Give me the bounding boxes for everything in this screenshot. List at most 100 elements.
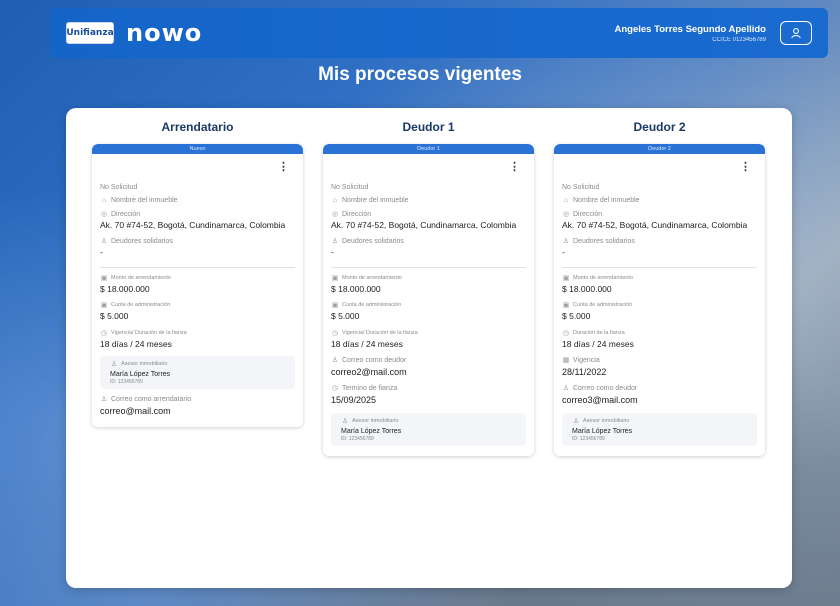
vigencia-value: 18 días / 24 meses: [100, 338, 172, 349]
user-info: Angeles Torres Segundo Apellido CC/CE 01…: [615, 24, 767, 43]
card-tab: Deudor 2: [554, 144, 765, 154]
asesor-name: María López Torres: [341, 427, 402, 435]
correo-value: correo3@mail.com: [562, 395, 638, 406]
users-icon: ♙: [562, 385, 570, 393]
duracion-value: 18 días / 24 meses: [562, 338, 634, 349]
vigencia-label: Vigencia: [573, 356, 600, 364]
divider: [331, 266, 526, 268]
money-icon: ▣: [100, 302, 108, 310]
deudores-label: Deudores solidarios: [573, 237, 635, 245]
top-navbar: Unifianza nowo Angeles Torres Segundo Ap…: [50, 8, 828, 58]
clock-icon: ◷: [562, 329, 570, 337]
correo-label: Correo como arrendatario: [111, 395, 192, 403]
column-title: Arrendatario: [161, 120, 234, 134]
asesor-name: María López Torres: [572, 427, 633, 435]
direccion-value: Ak. 70 #74-52, Bogotá, Cundinamarca, Col…: [562, 220, 748, 230]
canon-value: $ 18.000.000: [100, 283, 150, 294]
clock-icon: ◷: [100, 329, 108, 337]
money-icon: ▣: [100, 274, 108, 282]
user-area: Angeles Torres Segundo Apellido CC/CE 01…: [615, 21, 812, 45]
asesor-name: María López Torres: [110, 371, 171, 379]
user-id: CC/CE 0123456789: [712, 36, 766, 43]
inmueble-label: Nombre del inmueble: [573, 197, 640, 204]
home-icon: ⌂: [332, 197, 338, 204]
more-options-icon[interactable]: ⋮: [100, 160, 295, 178]
termino-value: 15/09/2025: [331, 395, 377, 406]
brand: Unifianza nowo: [66, 19, 202, 47]
vigencia-label: Vigencia/ Duración de la fianza: [342, 329, 418, 336]
asesor-box: ♙ Asesor inmobiliario María López Torres …: [562, 412, 757, 446]
user-icon: ♙: [110, 361, 118, 369]
location-icon: ◎: [562, 211, 570, 218]
solicitud-label: No Solicitud: [562, 184, 600, 191]
page-title: Mis procesos vigentes: [318, 64, 522, 85]
users-icon: ♙: [100, 396, 108, 404]
asesor-id: ID: 123456789: [341, 435, 374, 442]
solicitud-label: No Solicitud: [331, 184, 369, 191]
cuota-value: $ 5.000: [100, 311, 129, 322]
deudores-value: -: [100, 247, 103, 258]
vigencia-value: 28/11/2022: [562, 367, 607, 378]
column-title: Deudor 2: [633, 120, 686, 134]
partner-logo-text: Unifianza: [66, 28, 114, 38]
deudores-value: -: [331, 247, 334, 258]
cuota-value: $ 5.000: [331, 311, 360, 322]
money-icon: ▣: [562, 274, 570, 282]
deudores-value: -: [562, 247, 565, 258]
process-card[interactable]: Nuevo ⋮ No Solicitud ⌂ Nombre del inmuebl…: [92, 144, 303, 428]
vigencia-label: Vigencia/ Duración de la fianza: [111, 329, 187, 336]
vigencia-value: 18 días / 24 meses: [331, 338, 403, 349]
correo-label: Correo como deudor: [342, 356, 407, 364]
column-arrendatario: Arrendatario Nuevo ⋮ No Solicitud ⌂ Nombr…: [92, 120, 303, 428]
correo-value: correo2@mail.com: [331, 367, 407, 378]
users-icon: ♙: [331, 238, 339, 246]
canon-label: Monto de arrendamiento: [111, 274, 171, 281]
process-card[interactable]: Deudor 1 ⋮ No Solicitud ⌂ Nombre del inmu…: [323, 144, 534, 456]
direccion-value: Ak. 70 #74-52, Bogotá, Cundinamarca, Col…: [100, 220, 286, 230]
user-icon: [791, 28, 801, 39]
direccion-value: Ak. 70 #74-52, Bogotá, Cundinamarca, Col…: [331, 220, 517, 230]
cuota-label: Cuota de administración: [111, 302, 171, 309]
card-tab: Deudor 1: [323, 144, 534, 154]
solicitud-label: No Solicitud: [100, 184, 138, 191]
nowo-logo[interactable]: nowo: [126, 19, 202, 47]
users-icon: ♙: [100, 238, 108, 246]
location-icon: ◎: [331, 211, 339, 218]
correo-label: Correo como deudor: [573, 384, 638, 392]
termino-label: Termino de fianza: [342, 384, 398, 392]
inmueble-label: Nombre del inmueble: [111, 197, 178, 204]
canon-label: Monto de arrendamiento: [342, 274, 402, 281]
calendar-icon: ▦: [562, 357, 570, 365]
users-icon: ♙: [562, 238, 570, 246]
direccion-label: Dirección: [111, 210, 141, 218]
asesor-id: ID: 123456789: [110, 379, 143, 386]
more-options-icon[interactable]: ⋮: [331, 160, 526, 178]
unifianza-logo[interactable]: Unifianza: [66, 22, 114, 44]
deudores-label: Deudores solidarios: [342, 237, 404, 245]
direccion-label: Dirección: [573, 210, 603, 218]
divider: [562, 266, 757, 268]
money-icon: ▣: [331, 274, 339, 282]
clock-icon: ◷: [331, 329, 339, 337]
asesor-label: Asesor inmobiliario: [352, 417, 399, 424]
users-icon: ♙: [331, 357, 339, 365]
canon-value: $ 18.000.000: [562, 283, 612, 294]
column-deudor-2: Deudor 2 Deudor 2 ⋮ No Solicitud ⌂ Nombre…: [554, 120, 765, 456]
user-profile-button[interactable]: [780, 21, 812, 45]
clock-icon: ◷: [331, 385, 339, 393]
column-title: Deudor 1: [402, 120, 455, 134]
asesor-box: ♙ Asesor inmobiliario María López Torres …: [331, 412, 526, 446]
processes-panel: Arrendatario Nuevo ⋮ No Solicitud ⌂ Nombr…: [66, 108, 792, 588]
more-options-icon[interactable]: ⋮: [562, 160, 757, 178]
canon-value: $ 18.000.000: [331, 283, 381, 294]
cuota-value: $ 5.000: [562, 311, 591, 322]
user-name: Angeles Torres Segundo Apellido: [614, 23, 767, 35]
column-deudor-1: Deudor 1 Deudor 1 ⋮ No Solicitud ⌂ Nombre…: [323, 120, 534, 456]
asesor-id: ID: 123456789: [572, 435, 605, 442]
home-icon: ⌂: [101, 197, 107, 204]
cuota-label: Cuota de administración: [342, 302, 402, 309]
inmueble-label: Nombre del inmueble: [342, 197, 409, 204]
process-card[interactable]: Deudor 2 ⋮ No Solicitud ⌂ Nombre del inmu…: [554, 144, 765, 456]
canon-label: Monto de arrendamiento: [573, 274, 633, 281]
deudores-label: Deudores solidarios: [111, 237, 173, 245]
